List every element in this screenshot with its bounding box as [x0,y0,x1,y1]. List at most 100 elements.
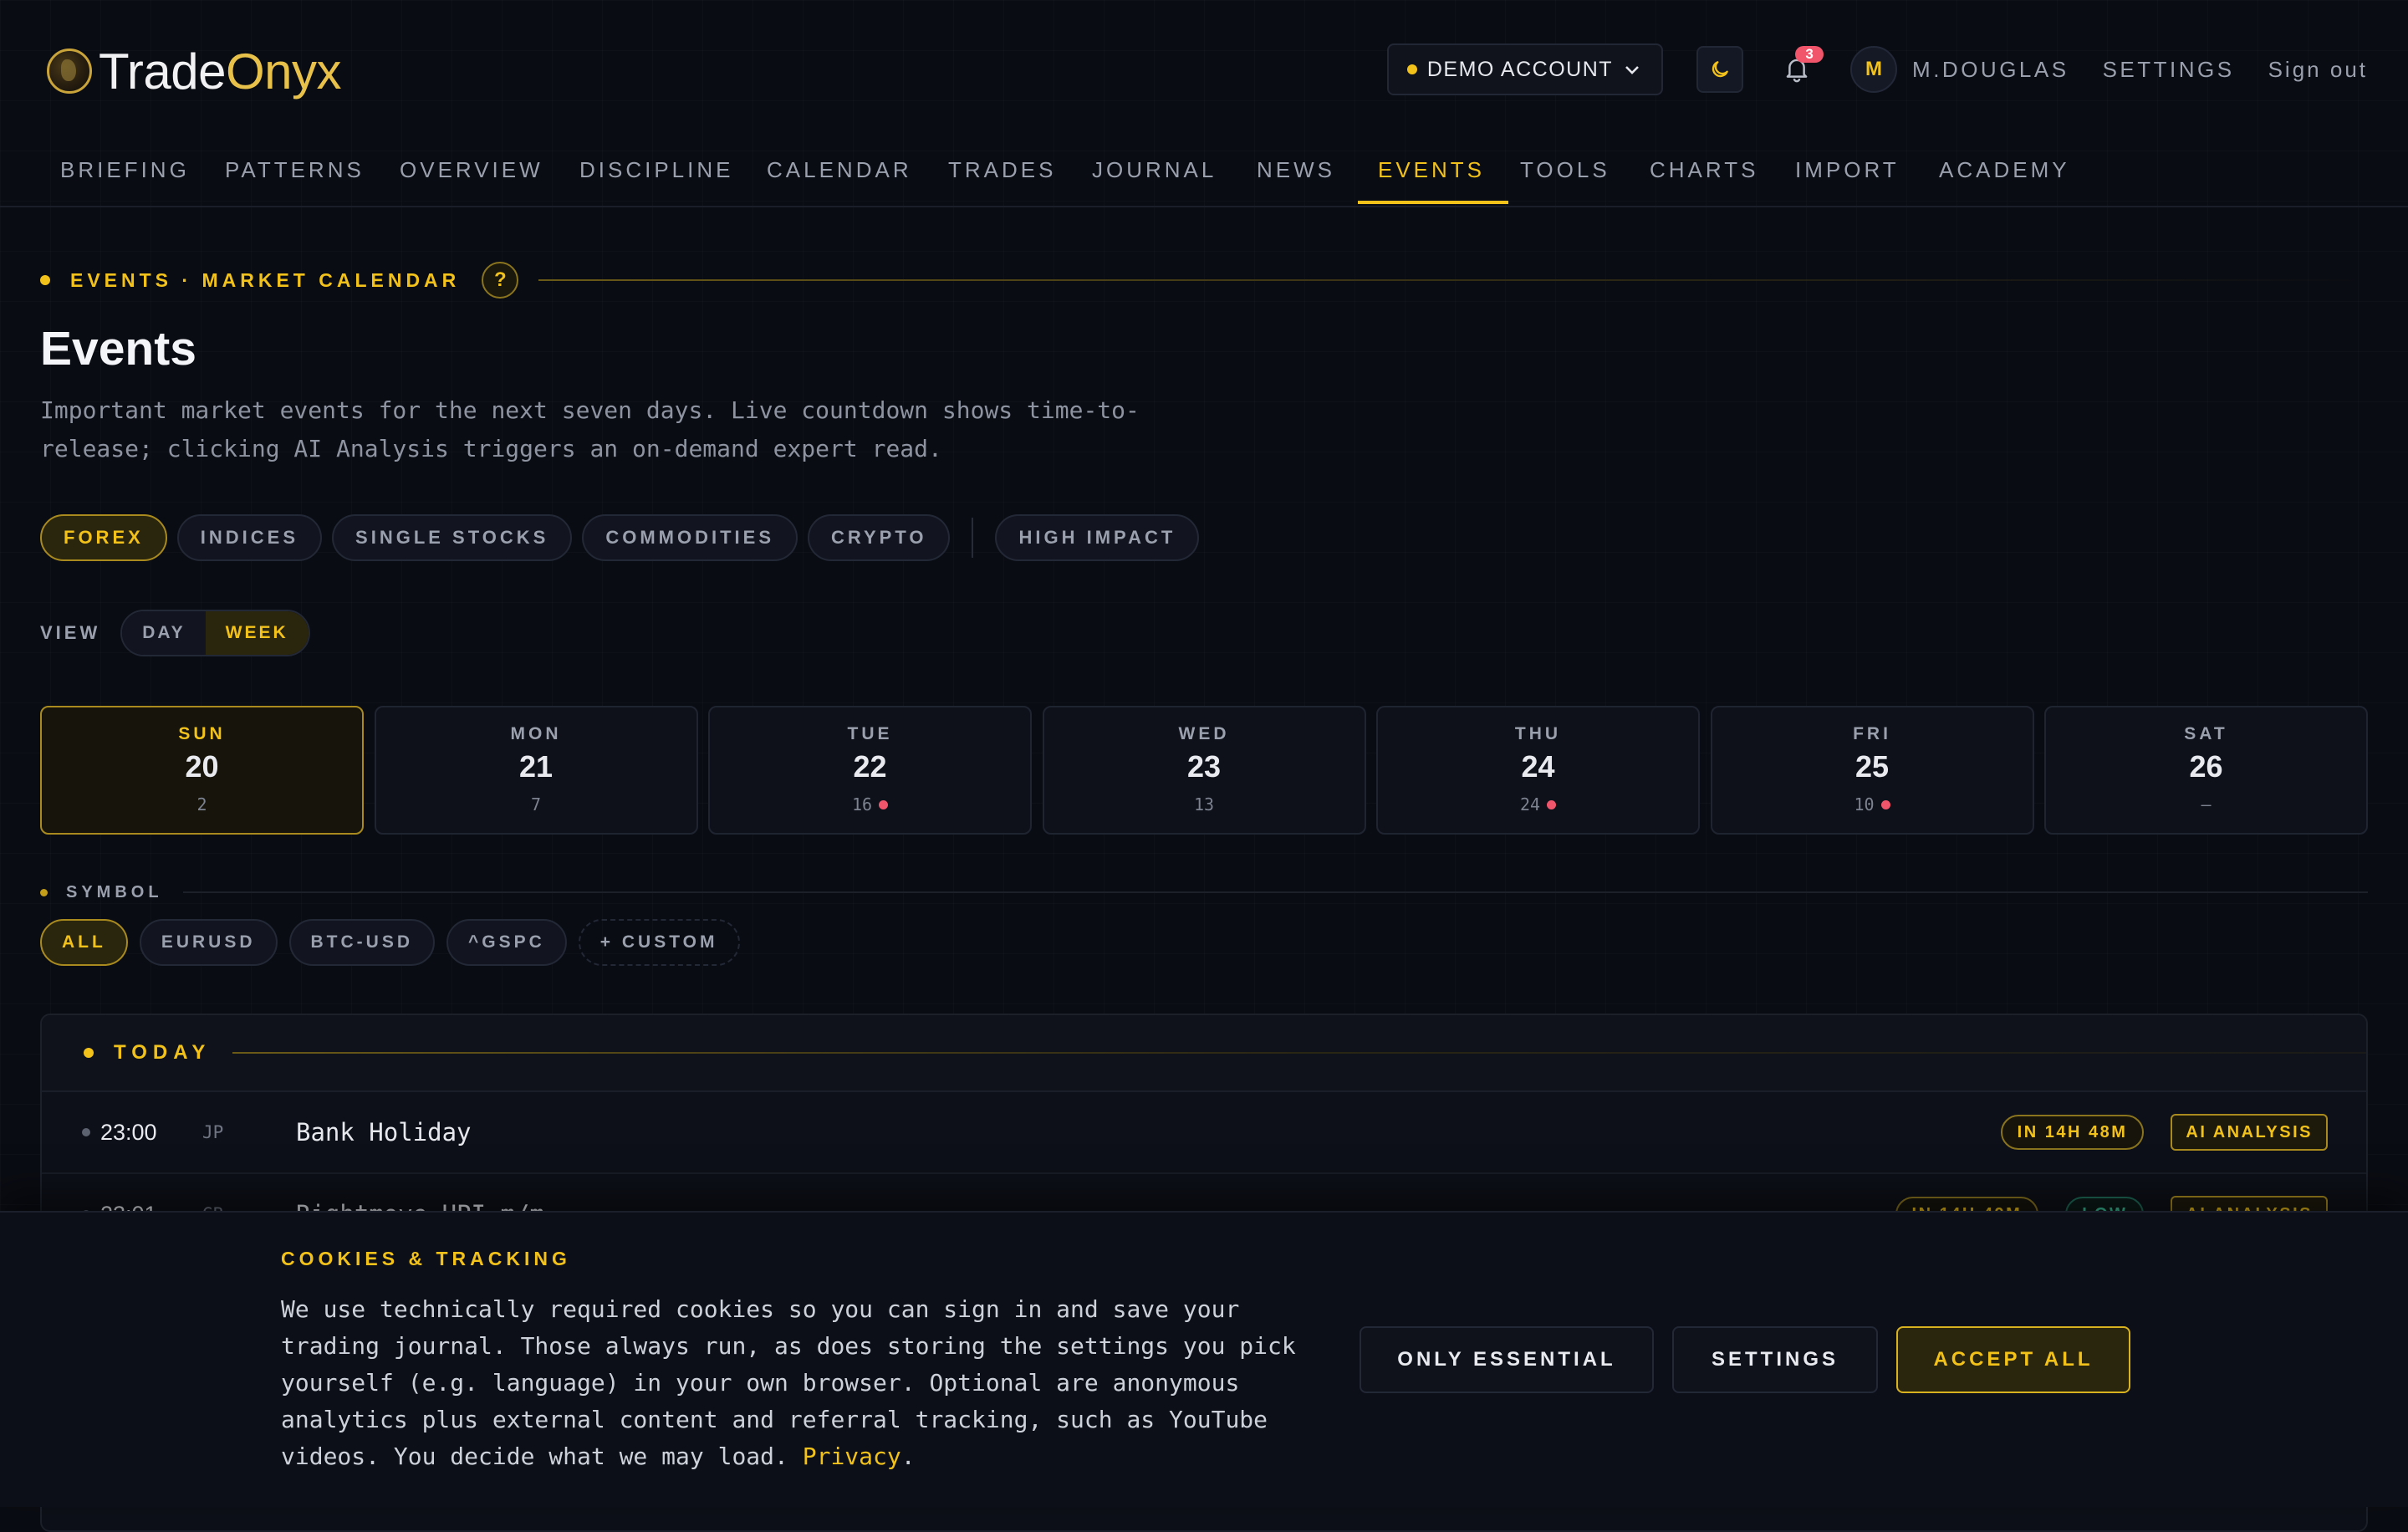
tab-briefing[interactable]: BRIEFING [60,139,190,204]
settings-link[interactable]: SETTINGS [2103,57,2235,83]
symbol-eurusd[interactable]: EURUSD [139,919,278,966]
symbol-btc-usd[interactable]: BTC-USD [288,919,436,966]
event-country: JP [202,1122,224,1142]
day-number: 21 [518,749,554,784]
filter-crypto[interactable]: CRYPTO [808,514,951,561]
day-count-value: 10 [1854,794,1875,815]
privacy-link[interactable]: Privacy [803,1443,901,1470]
day-event-count: 24 [1519,794,1557,815]
cookie-banner: COOKIES & TRACKING We use technically re… [0,1211,2408,1507]
notification-badge: 3 [1795,46,1824,63]
tab-trades[interactable]: TRADES [948,139,1056,204]
day-count-value: 13 [1193,794,1215,815]
tab-patterns[interactable]: PATTERNS [225,139,365,204]
symbol-section-label: SYMBOL [40,880,2368,905]
day-number: 23 [1186,749,1222,784]
day-count-value: 24 [1519,794,1541,815]
page-description: Important market events for the next sev… [40,396,1140,462]
day-card-wed[interactable]: WED 23 13 [1042,706,1366,835]
day-event-count: 13 [1194,794,1214,815]
logo-text: TradeOnyx [99,43,342,100]
accept-all-button[interactable]: ACCEPT ALL [1896,1326,2130,1393]
view-label: VIEW [40,622,101,643]
cookie-settings-button[interactable]: SETTINGS [1672,1326,1878,1393]
logo-text-part1: Trade [99,43,227,100]
day-card-sun[interactable]: SUN 20 2 [40,706,364,835]
day-count-value: 16 [851,794,873,815]
day-number: 24 [1521,749,1555,784]
day-event-count: 2 [196,794,207,815]
day-card-tue[interactable]: TUE 22 16 [708,706,1032,835]
today-dot-icon [84,1048,94,1058]
filter-separator [972,518,974,558]
tab-discipline[interactable]: DISCIPLINE [579,139,734,204]
high-impact-dot-icon [1547,799,1557,809]
symbol-dot-icon [40,888,48,896]
event-row[interactable]: 23:00 JP Bank Holiday IN 14H 48M AI ANAL… [42,1092,2366,1174]
add-custom-symbol-button[interactable]: + CUSTOM [578,919,740,966]
day-number: 22 [853,749,887,784]
tab-import[interactable]: IMPORT [1795,139,1900,204]
cookie-title: COOKIES & TRACKING [281,1248,571,1269]
help-button[interactable]: ? [482,262,519,299]
event-actions: IN 14H 48M AI ANALYSIS [2000,1114,2328,1151]
symbol-divider [182,891,2368,893]
filter-single-stocks[interactable]: SINGLE STOCKS [332,514,573,561]
event-time: 23:00 [100,1119,157,1145]
day-name: FRI [1853,724,1891,743]
tab-news[interactable]: NEWS [1257,139,1335,204]
only-essential-button[interactable]: ONLY ESSENTIAL [1360,1326,1654,1393]
symbol-all[interactable]: ALL [40,919,128,966]
tab-charts[interactable]: CHARTS [1650,139,1758,204]
ai-analysis-button[interactable]: AI ANALYSIS [2171,1114,2328,1151]
day-count-value: — [2201,794,2212,815]
logo[interactable]: TradeOnyx [47,42,342,100]
cookie-text-end: . [900,1443,916,1470]
tab-journal[interactable]: JOURNAL [1092,139,1217,204]
day-name: SUN [178,724,226,743]
chevron-down-icon [1625,59,1640,80]
day-name: MON [510,724,562,743]
market-filters: FOREX INDICES SINGLE STOCKS COMMODITIES … [40,513,1209,562]
day-card-mon[interactable]: MON 21 7 [374,706,698,835]
day-event-count: 16 [851,794,889,815]
view-day-button[interactable]: DAY [122,611,206,655]
week-day-cards: SUN 20 2 MON 21 7 TUE 22 16 WED 23 13 TH… [40,706,2368,835]
high-impact-dot-icon [1880,799,1890,809]
day-event-count: 10 [1854,794,1890,815]
page-title: Events [40,322,196,375]
eyebrow-label: EVENTS · MARKET CALENDAR [70,268,461,291]
tab-calendar[interactable]: CALENDAR [767,139,912,204]
avatar[interactable]: M [1850,46,1898,93]
notifications-button[interactable]: 3 [1780,46,1824,93]
user-name[interactable]: M.DOUGLAS [1912,57,2069,83]
day-card-fri[interactable]: FRI 25 10 [1710,706,2034,835]
day-card-sat[interactable]: SAT 26 — [2044,706,2368,835]
filter-high-impact[interactable]: HIGH IMPACT [995,514,1200,561]
day-name: THU [1514,724,1562,743]
filter-indices[interactable]: INDICES [176,514,323,561]
symbol-gspc[interactable]: ^GSPC [446,919,567,966]
symbol-filters: ALL EURUSD BTC-USD ^GSPC + CUSTOM [40,918,752,967]
cookie-actions: ONLY ESSENTIAL SETTINGS ACCEPT ALL [1360,1326,2130,1393]
sign-out-link[interactable]: Sign out [2268,57,2368,83]
day-card-thu[interactable]: THU 24 24 [1376,706,1700,835]
tab-academy[interactable]: ACADEMY [1939,139,2070,204]
tab-events[interactable]: EVENTS [1357,139,1509,204]
account-status-icon [1406,64,1417,74]
logo-text-part2: Onyx [226,43,342,100]
theme-toggle-button[interactable] [1696,46,1744,93]
day-count-value: 7 [530,794,542,815]
view-segmented-control: DAY WEEK [120,610,310,656]
filter-commodities[interactable]: COMMODITIES [582,514,798,561]
filter-forex[interactable]: FOREX [40,514,167,561]
account-selector[interactable]: DEMO ACCOUNT [1386,43,1664,95]
cookie-body: We use technically required cookies so y… [281,1295,1296,1470]
cookie-text: We use technically required cookies so y… [281,1291,1318,1475]
today-label: TODAY [114,1041,212,1064]
tab-overview[interactable]: OVERVIEW [400,139,543,204]
day-event-count: 7 [531,794,541,815]
tab-tools[interactable]: TOOLS [1520,139,1610,204]
today-group-header: TODAY [42,1015,2366,1092]
view-week-button[interactable]: WEEK [205,611,309,655]
